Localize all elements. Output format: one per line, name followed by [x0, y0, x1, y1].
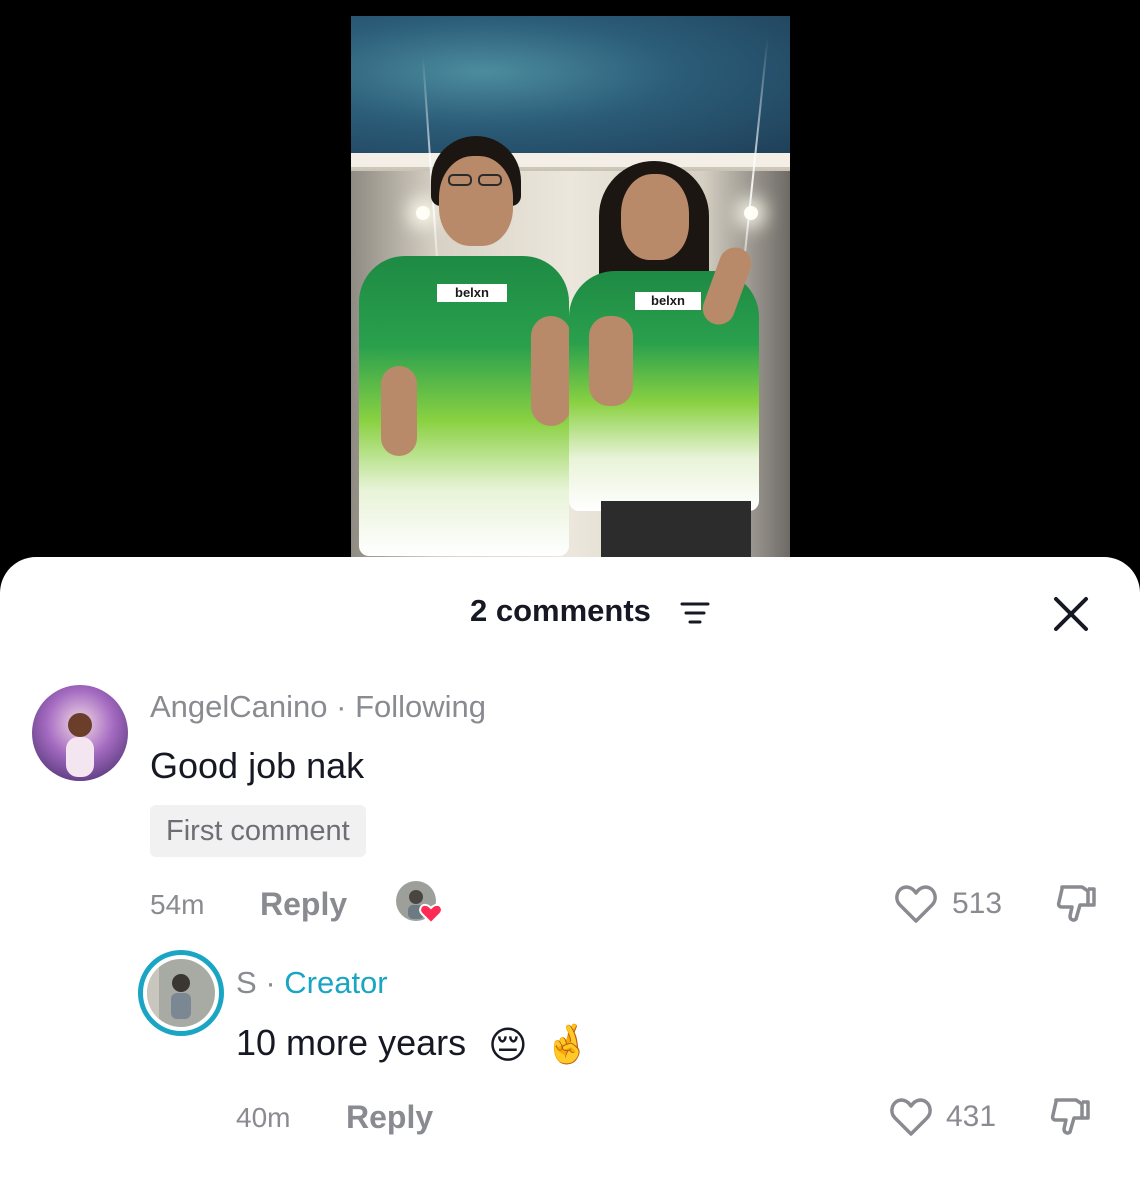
video-player[interactable]: belxn belxn — [0, 0, 1140, 600]
video-frame[interactable]: belxn belxn — [351, 16, 790, 600]
jersey-logo-right: belxn — [635, 292, 701, 310]
heart-outline-icon[interactable] — [893, 883, 939, 925]
comment-time: 40m — [236, 1102, 291, 1133]
comment-username[interactable]: AngelCanino — [150, 689, 328, 724]
creator-label: Creator — [284, 965, 388, 1000]
jersey-logo-left: belxn — [437, 284, 507, 302]
reply-button[interactable]: Reply — [260, 886, 347, 923]
thumbs-down-icon[interactable] — [1048, 1094, 1092, 1138]
comment-text: 10 more years — [236, 1022, 467, 1063]
creator-avatar[interactable] — [138, 950, 224, 1036]
comment-time: 54m — [150, 889, 205, 920]
heart-outline-icon[interactable] — [888, 1096, 934, 1138]
ceiling-mural — [351, 16, 790, 156]
following-label: Following — [355, 689, 487, 724]
comment-text: Good job nak — [150, 745, 365, 786]
avatar[interactable] — [32, 685, 128, 781]
comment-username[interactable]: S — [236, 965, 257, 1000]
comments-header: 2 comments — [0, 557, 1140, 667]
reply-button[interactable]: Reply — [346, 1099, 433, 1136]
comments-sheet: 2 comments AngelCanino · Following Good … — [0, 557, 1140, 1200]
crossed-fingers-emoji: 🤞 — [543, 1024, 592, 1067]
filter-lines-icon[interactable] — [680, 601, 710, 625]
like-count: 431 — [946, 1100, 997, 1133]
close-icon[interactable] — [1050, 593, 1092, 635]
heart-icon — [419, 903, 443, 925]
like-count: 513 — [952, 887, 1003, 920]
creator-liked-indicator — [396, 881, 443, 927]
first-comment-badge: First comment — [150, 805, 366, 857]
thumbs-down-icon[interactable] — [1054, 881, 1098, 925]
comments-count: 2 comments — [470, 593, 651, 628]
pensive-face-emoji: 😔 — [488, 1024, 528, 1067]
